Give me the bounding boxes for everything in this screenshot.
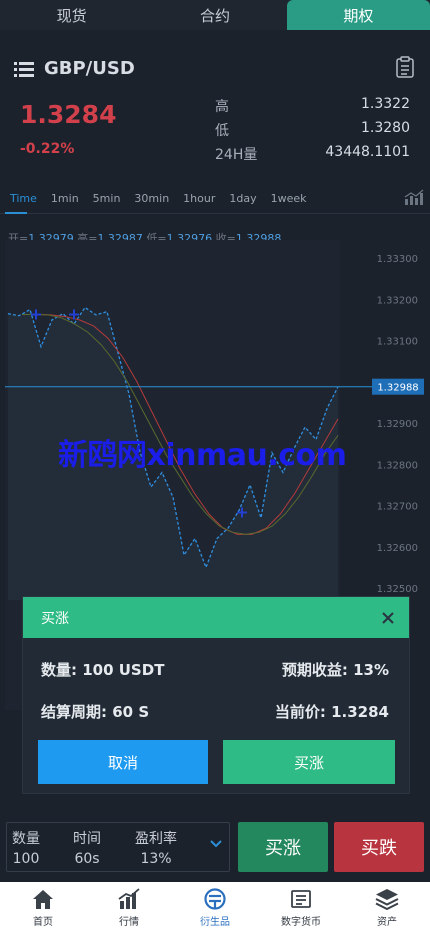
qty-column: 数量 100: [12, 829, 40, 869]
volume-stat: 24H量 43448.1101: [215, 144, 410, 164]
last-price: 1.3284: [20, 100, 117, 129]
nav-crypto[interactable]: 数字货币: [258, 882, 344, 932]
qty-value: 100: [12, 851, 40, 867]
nav-home-label: 首页: [33, 917, 53, 928]
cancel-button[interactable]: 取消: [38, 740, 208, 784]
interval-time[interactable]: Time: [10, 192, 37, 205]
current-price-text: 当前价: 1.3284: [274, 703, 389, 721]
tab-spot[interactable]: 现货: [0, 0, 143, 30]
close-icon[interactable]: [381, 611, 395, 625]
rate-column: 盈利率 13%: [135, 829, 177, 869]
clipboard-icon[interactable]: [396, 56, 414, 78]
watermark-text: 新鸥网xinmau.com: [58, 438, 347, 473]
dialog-header: 买涨: [23, 597, 409, 638]
buy-down-button[interactable]: 买跌: [334, 822, 424, 872]
pair-header: GBP/USD: [14, 58, 135, 79]
buy-up-dialog: 买涨 数量: 100 USDT 预期收益: 13% 结算周期: 60 S 当前价…: [22, 596, 410, 794]
interval-1week[interactable]: 1week: [271, 192, 307, 205]
home-icon: [33, 890, 53, 909]
tab-contract[interactable]: 合约: [143, 0, 286, 30]
interval-30min[interactable]: 30min: [134, 192, 169, 205]
interval-1hour[interactable]: 1hour: [183, 192, 215, 205]
confirm-buy-up-button[interactable]: 买涨: [223, 740, 395, 784]
crypto-icon: [291, 890, 311, 908]
price-change: -0.22%: [20, 141, 75, 157]
nav-derivatives-label: 衍生品: [200, 917, 230, 928]
dialog-title: 买涨: [41, 610, 69, 627]
y-tick-label: 1.33100: [377, 337, 418, 348]
y-tick-label: 1.32700: [377, 502, 418, 513]
y-tick-label: 1.32600: [377, 543, 418, 554]
indicator-chart-icon[interactable]: [404, 188, 424, 206]
settlement-period-text: 结算周期: 60 S: [41, 703, 150, 721]
y-tick-label: 1.33300: [377, 254, 418, 265]
nav-home[interactable]: 首页: [0, 882, 86, 932]
time-label: 时间: [73, 831, 101, 847]
time-column: 时间 60s: [73, 829, 101, 869]
expected-yield-text: 预期收益: 13%: [281, 661, 389, 679]
nav-market-label: 行情: [119, 917, 139, 928]
y-tick-label: 1.33200: [377, 295, 418, 306]
high-value: 1.3322: [361, 96, 410, 112]
amount-text: 数量: 100 USDT: [41, 661, 165, 679]
interval-1day[interactable]: 1day: [229, 192, 256, 205]
divider: [0, 213, 430, 214]
nav-market[interactable]: 行情: [86, 882, 172, 932]
interval-tabs: Time 1min 5min 30min 1hour 1day 1week: [0, 185, 430, 211]
high-label: 高: [215, 99, 229, 115]
order-settings[interactable]: 数量 100 时间 60s 盈利率 13%: [6, 822, 230, 872]
list-icon[interactable]: [14, 60, 34, 78]
low-stat: 低 1.3280: [215, 120, 410, 140]
time-value: 60s: [74, 851, 100, 867]
assets-icon: [375, 889, 399, 910]
market-icon: [118, 888, 140, 909]
high-stat: 高 1.3322: [215, 96, 410, 116]
y-tick-label: 1.32900: [377, 419, 418, 430]
qty-label: 数量: [12, 831, 40, 847]
bottom-navigation: 首页 行情 衍生品 数字货币 资产: [0, 882, 430, 932]
nav-derivatives[interactable]: 衍生品: [172, 882, 258, 932]
y-tick-label: 1.32500: [377, 584, 418, 595]
current-price-label: 1.32988: [377, 383, 418, 394]
rate-value: 13%: [140, 851, 172, 867]
pair-name[interactable]: GBP/USD: [44, 58, 135, 79]
market-type-tabs: 现货 合约 期权: [0, 0, 430, 30]
tab-options[interactable]: 期权: [286, 0, 430, 30]
chevron-down-icon[interactable]: [209, 839, 223, 849]
active-interval-indicator: [5, 212, 27, 214]
nav-crypto-label: 数字货币: [281, 917, 321, 928]
low-label: 低: [215, 123, 229, 139]
dialog-row-period: 结算周期: 60 S 当前价: 1.3284: [41, 701, 389, 722]
y-tick-label: 1.32800: [377, 460, 418, 471]
interval-5min[interactable]: 5min: [93, 192, 121, 205]
buy-up-button[interactable]: 买涨: [238, 822, 328, 872]
nav-assets-label: 资产: [377, 917, 397, 928]
dialog-row-amount: 数量: 100 USDT 预期收益: 13%: [41, 659, 389, 680]
rate-label: 盈利率: [135, 831, 177, 847]
low-value: 1.3280: [361, 120, 410, 136]
derivatives-icon: [204, 888, 226, 910]
volume-value: 43448.1101: [325, 144, 410, 160]
interval-1min[interactable]: 1min: [51, 192, 79, 205]
volume-label: 24H量: [215, 147, 258, 163]
nav-assets[interactable]: 资产: [344, 882, 430, 932]
